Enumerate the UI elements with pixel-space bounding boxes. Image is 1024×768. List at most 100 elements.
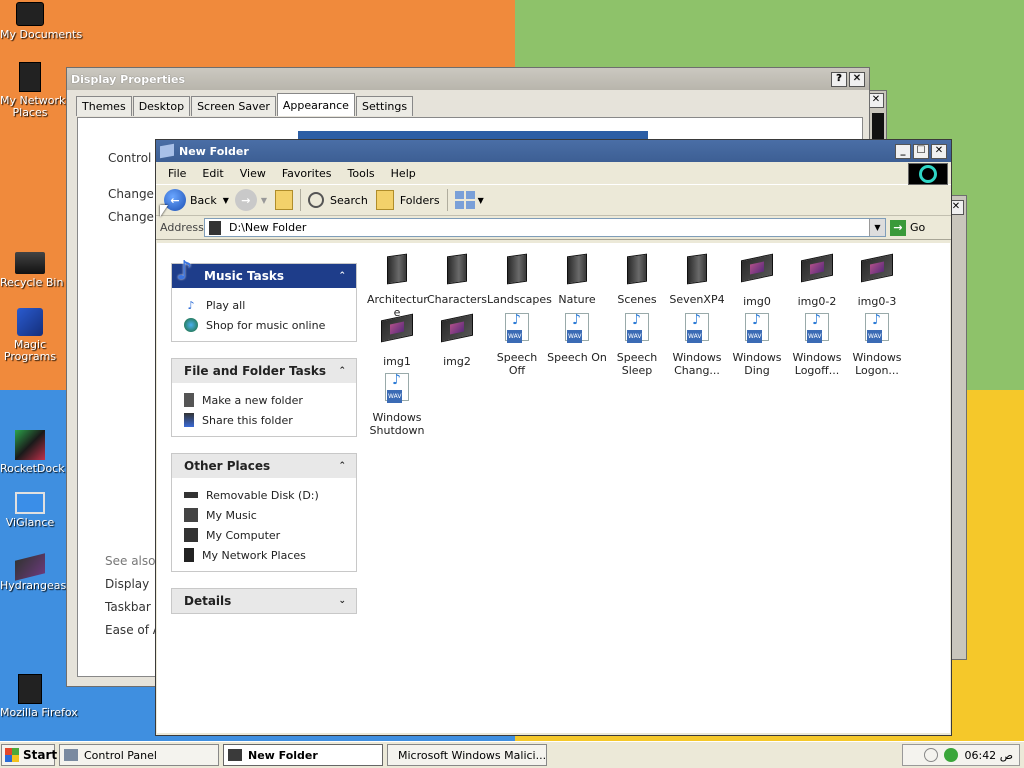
play-all-link[interactable]: ♪ Play all bbox=[184, 295, 346, 315]
menu-tools[interactable]: Tools bbox=[340, 167, 383, 180]
start-button[interactable]: Start bbox=[1, 744, 57, 766]
file-item[interactable]: Speech Off bbox=[487, 307, 547, 377]
collapse-icon[interactable]: ⌃ bbox=[338, 461, 346, 471]
file-item[interactable]: Windows Ding bbox=[727, 307, 787, 377]
close-icon[interactable]: ✕ bbox=[868, 93, 884, 108]
tab-desktop[interactable]: Desktop bbox=[132, 96, 191, 116]
desktop-icon-mozilla-firefox[interactable]: Mozilla Firefox bbox=[0, 674, 78, 719]
menu-edit[interactable]: Edit bbox=[194, 167, 231, 180]
file-folder-tasks-group: File and Folder Tasks ⌃ Make a new folde… bbox=[171, 358, 357, 437]
file-item[interactable]: Windows Chang... bbox=[667, 307, 727, 377]
file-item[interactable]: img2 bbox=[427, 307, 487, 368]
file-item[interactable]: Nature bbox=[547, 247, 607, 307]
tab-settings[interactable]: Settings bbox=[355, 96, 414, 116]
task-items: Make a new folder Share this folder bbox=[172, 383, 356, 436]
desktop-icon-viglance[interactable]: ViGlance bbox=[0, 492, 60, 529]
file-item[interactable]: Scenes bbox=[607, 247, 667, 307]
menu-view[interactable]: View bbox=[232, 167, 274, 180]
tray-expand-icon[interactable] bbox=[924, 748, 939, 762]
desktop-icon-hydrangeas[interactable]: Hydrangeas bbox=[0, 552, 66, 592]
file-item[interactable]: img0 bbox=[727, 247, 787, 308]
file-item[interactable]: Landscapes bbox=[487, 247, 552, 307]
maximize-button[interactable]: ☐ bbox=[913, 143, 929, 159]
chevron-down-icon: ▼ bbox=[260, 195, 268, 205]
views-icon bbox=[454, 191, 475, 209]
folder-icon bbox=[440, 253, 474, 289]
ease-of-access-link[interactable]: Ease of A bbox=[105, 623, 161, 637]
file-item[interactable]: img0-3 bbox=[847, 247, 907, 308]
close-button[interactable]: ✕ bbox=[931, 143, 947, 159]
desktop-icon-my-documents[interactable]: My Documents bbox=[0, 2, 83, 41]
my-music-link[interactable]: My Music bbox=[184, 505, 346, 525]
forward-arrow-icon: → bbox=[234, 189, 257, 211]
chevron-down-icon[interactable]: ▼ bbox=[869, 219, 885, 236]
share-folder-icon bbox=[184, 413, 194, 427]
make-new-folder-link[interactable]: Make a new folder bbox=[184, 390, 346, 410]
taskbar-button-new-folder[interactable]: New Folder bbox=[223, 744, 383, 766]
my-computer-link[interactable]: My Computer bbox=[184, 525, 346, 545]
tab-appearance[interactable]: Appearance bbox=[276, 93, 355, 116]
removable-disk-link[interactable]: Removable Disk (D:) bbox=[184, 485, 346, 505]
file-name: Speech Off bbox=[496, 351, 538, 377]
desktop-icon-my-network-places[interactable]: My Network Places bbox=[0, 62, 65, 119]
folder-icon bbox=[160, 143, 174, 159]
search-button[interactable]: Search bbox=[304, 187, 372, 213]
menu-help[interactable]: Help bbox=[383, 167, 424, 180]
tab-themes[interactable]: Themes bbox=[76, 96, 132, 116]
taskbar-link[interactable]: Taskbar bbox=[105, 600, 151, 614]
security-shield-icon[interactable] bbox=[944, 748, 959, 762]
desktop-icon-magic-programs[interactable]: Magic Programs bbox=[0, 308, 60, 363]
views-button[interactable]: ▼ bbox=[451, 187, 488, 213]
collapse-icon[interactable]: ⌃ bbox=[338, 366, 346, 376]
up-folder-button[interactable] bbox=[271, 187, 297, 213]
menu-favorites[interactable]: Favorites bbox=[274, 167, 340, 180]
back-label: Back bbox=[190, 193, 217, 207]
folders-button[interactable]: Folders bbox=[372, 187, 444, 213]
file-item[interactable]: Characters bbox=[427, 247, 487, 307]
my-network-places-link[interactable]: My Network Places bbox=[184, 545, 346, 565]
collapse-icon[interactable]: ⌃ bbox=[338, 271, 346, 281]
explorer-titlebar[interactable]: New Folder _ ☐ ✕ bbox=[156, 140, 951, 162]
file-item[interactable]: img0-2 bbox=[787, 247, 847, 308]
display-properties-titlebar[interactable]: Display Properties ? ✕ bbox=[67, 68, 869, 90]
display-link[interactable]: Display bbox=[105, 577, 149, 591]
file-item[interactable]: Architectur e bbox=[367, 247, 428, 319]
file-folder-tasks-header[interactable]: File and Folder Tasks ⌃ bbox=[172, 359, 356, 383]
desktop-icon-rocketdock[interactable]: RocketDock bbox=[0, 430, 65, 475]
details-header[interactable]: Details ⌄ bbox=[172, 589, 356, 613]
clock[interactable]: 06:42 ص bbox=[964, 749, 1013, 762]
shop-for-music-link[interactable]: Shop for music online bbox=[184, 315, 346, 335]
back-button[interactable]: ← Back bbox=[160, 187, 221, 213]
desktop-icon-recycle-bin[interactable]: Recycle Bin bbox=[0, 252, 63, 289]
file-item[interactable]: Windows Logon... bbox=[847, 307, 907, 377]
file-item[interactable]: img1 bbox=[367, 307, 427, 368]
taskbar-button-control-panel[interactable]: Control Panel bbox=[59, 744, 219, 766]
explorer-content: ♪ Music Tasks ⌃ ♪ Play all Shop for musi… bbox=[157, 243, 950, 733]
close-button[interactable]: ✕ bbox=[849, 71, 865, 87]
taskbar-button-malicious-software[interactable]: Microsoft Windows Malici... bbox=[387, 744, 547, 766]
chevron-down-icon[interactable]: ▼ bbox=[221, 196, 231, 205]
music-tasks-header[interactable]: ♪ Music Tasks ⌃ bbox=[172, 256, 356, 288]
desktop-icon-label: My Documents bbox=[0, 28, 83, 41]
file-item[interactable]: Windows Logoff... bbox=[787, 307, 847, 377]
forward-button[interactable]: → ▼ bbox=[231, 187, 271, 213]
mouse-cursor-icon bbox=[160, 205, 168, 217]
expand-icon[interactable]: ⌄ bbox=[338, 596, 346, 606]
file-item[interactable]: Speech Sleep bbox=[607, 307, 667, 377]
other-places-header[interactable]: Other Places ⌃ bbox=[172, 454, 356, 478]
minimize-button[interactable]: _ bbox=[895, 143, 911, 159]
search-icon bbox=[308, 192, 325, 208]
desktop-icon-label: Programs bbox=[3, 350, 57, 363]
help-button[interactable]: ? bbox=[831, 71, 847, 87]
go-button[interactable]: → Go bbox=[890, 219, 925, 236]
file-item[interactable]: Windows Shutdown bbox=[367, 367, 427, 437]
globe-icon bbox=[184, 318, 198, 332]
share-folder-link[interactable]: Share this folder bbox=[184, 410, 346, 430]
tab-screen-saver[interactable]: Screen Saver bbox=[191, 96, 276, 116]
menu-file[interactable]: File bbox=[160, 167, 194, 180]
file-item[interactable]: SevenXP4 bbox=[667, 247, 727, 307]
address-field[interactable]: D:\New Folder ▼ bbox=[204, 218, 886, 237]
file-item[interactable]: Speech On bbox=[547, 307, 607, 367]
task-pane: ♪ Music Tasks ⌃ ♪ Play all Shop for musi… bbox=[171, 256, 357, 630]
wav-file-icon bbox=[680, 313, 714, 347]
